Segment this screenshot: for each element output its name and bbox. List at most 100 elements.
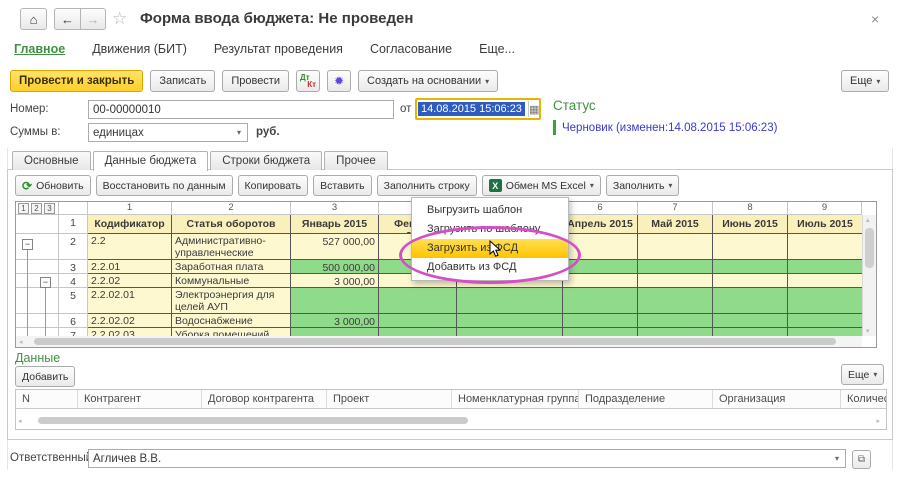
forward-button[interactable]: → (80, 8, 106, 30)
cell-jan[interactable]: 500 000,00 (291, 260, 379, 274)
scroll-up-icon[interactable]: ▴ (866, 216, 870, 224)
cell-item[interactable]: Административно-управленческие расходы (172, 234, 291, 260)
cell-code[interactable]: 2.2 (88, 234, 172, 260)
nav-item-more[interactable]: Еще... (479, 42, 515, 56)
home-button[interactable]: ⌂ (20, 8, 47, 30)
calendar-icon[interactable]: ▦ (528, 101, 539, 117)
header-month[interactable]: Июль 2015 (788, 215, 862, 234)
column-number[interactable]: 8 (713, 202, 788, 215)
cell-code[interactable]: 2.2.02.03 (88, 328, 172, 336)
more-button-data[interactable]: Еще▾ (841, 364, 884, 385)
cell-code[interactable]: 2.2.02 (88, 274, 172, 288)
column-header[interactable]: Договор контрагента (202, 390, 327, 408)
refresh-button[interactable]: ⟳Обновить (15, 175, 91, 196)
table-row[interactable]: 7 2.2.02.03 Уборка помещений (16, 328, 862, 336)
table-row[interactable]: 6 2.2.02.02 Водоснабжение 3 000,00 (16, 314, 862, 328)
fill-row-button[interactable]: Заполнить строку (377, 175, 477, 196)
add-button[interactable]: Добавить (15, 366, 75, 387)
post-and-close-button[interactable]: Провести и закрыть (10, 70, 143, 92)
nav-item-approval[interactable]: Согласование (370, 42, 452, 56)
save-button[interactable]: Записать (150, 70, 215, 92)
scroll-down-icon[interactable]: ▾ (866, 327, 870, 335)
menu-item-add-from-fsd[interactable]: Добавить из ФСД (412, 258, 568, 277)
row-number[interactable]: 1 (59, 215, 88, 234)
fill-button[interactable]: Заполнить▾ (606, 175, 680, 196)
more-button-top[interactable]: Еще▾ (841, 70, 889, 92)
lamp-button[interactable]: ✹ (327, 70, 351, 92)
column-number[interactable]: 6 (563, 202, 638, 215)
nav-item-main[interactable]: Главное (14, 42, 65, 56)
nav-item-movements[interactable]: Движения (БИТ) (92, 42, 187, 56)
nav-item-posting-result[interactable]: Результат проведения (214, 42, 343, 56)
sums-select[interactable]: единицах ▾ (88, 123, 248, 142)
date-value-selected[interactable]: 14.08.2015 15:06:23 (418, 102, 525, 116)
column-header[interactable]: N (16, 390, 78, 408)
horizontal-scrollbar-thumb[interactable] (34, 338, 836, 345)
copy-button[interactable]: Копировать (238, 175, 309, 196)
excel-exchange-button[interactable]: XОбмен MS Excel▾ (482, 175, 601, 196)
post-button[interactable]: Провести (222, 70, 289, 92)
cell-code[interactable]: 2.2.01 (88, 260, 172, 274)
table-row[interactable]: 5 2.2.02.01 Электроэнергия для целей АУП (16, 288, 862, 314)
column-number[interactable]: 3 (291, 202, 379, 215)
column-number[interactable]: 9 (788, 202, 862, 215)
date-field[interactable]: 14.08.2015 15:06:23 ▦ (415, 98, 541, 120)
cell-item[interactable]: Коммунальные расходы (172, 274, 291, 288)
cell-item[interactable]: Заработная плата АУП (172, 260, 291, 274)
cell-jan[interactable]: 3 000,00 (291, 274, 379, 288)
menu-item-load-by-template[interactable]: Загрузить по шаблону (412, 220, 568, 239)
tab-budget-data[interactable]: Данные бюджета (93, 151, 209, 171)
column-header[interactable]: Подразделение (579, 390, 713, 408)
header-month[interactable]: Январь 2015 (291, 215, 379, 234)
cell-code[interactable]: 2.2.02.01 (88, 288, 172, 314)
cell-jan[interactable]: 3 000,00 (291, 314, 379, 328)
column-header[interactable]: Контрагент (78, 390, 202, 408)
group-level-3-button[interactable]: 3 (44, 203, 55, 214)
back-button[interactable]: ← (54, 8, 80, 30)
scroll-left-icon[interactable]: ◂ (19, 338, 23, 346)
column-number[interactable]: 2 (172, 202, 291, 215)
column-header[interactable]: Номенклатурная группа (452, 390, 579, 408)
column-number[interactable]: 1 (88, 202, 172, 215)
tab-main[interactable]: Основные (12, 151, 91, 170)
data-scrollbar-thumb[interactable] (38, 417, 468, 424)
cell-item[interactable]: Водоснабжение (172, 314, 291, 328)
dtkt-button[interactable]: ДтКт (296, 70, 320, 92)
favorite-star-icon[interactable]: ☆ (112, 9, 127, 29)
open-responsible-button[interactable]: ⧉ (852, 449, 871, 469)
cell-item[interactable]: Уборка помещений (172, 328, 291, 336)
header-codifier[interactable]: Кодификатор (88, 215, 172, 234)
responsible-select[interactable]: Агличев В.В. ▾ (88, 449, 846, 468)
horizontal-scrollbar[interactable]: ◂ (16, 336, 862, 347)
vertical-scrollbar-thumb[interactable] (865, 228, 874, 268)
header-month[interactable]: Май 2015 (638, 215, 713, 234)
column-header[interactable]: Проект (327, 390, 452, 408)
tab-budget-lines[interactable]: Строки бюджета (210, 151, 322, 170)
vertical-scrollbar[interactable]: ▴ ▾ (862, 215, 876, 336)
column-header[interactable]: Организация (713, 390, 841, 408)
column-number[interactable]: 7 (638, 202, 713, 215)
menu-item-unload-template[interactable]: Выгрузить шаблон (412, 201, 568, 220)
create-based-on-button[interactable]: Создать на основании▾ (358, 70, 498, 92)
scroll-left-icon[interactable]: ◂ (18, 417, 22, 425)
cell-item[interactable]: Электроэнергия для целей АУП (172, 288, 291, 314)
scroll-right-icon[interactable]: ▸ (876, 417, 880, 425)
group-level-1-button[interactable]: 1 (18, 203, 29, 214)
paste-button[interactable]: Вставить (313, 175, 372, 196)
number-input[interactable] (88, 100, 394, 119)
close-icon[interactable]: × (871, 11, 879, 27)
group-level-2-button[interactable]: 2 (31, 203, 42, 214)
header-month[interactable]: Июнь 2015 (713, 215, 788, 234)
cell-jan[interactable] (291, 288, 379, 314)
menu-item-load-from-fsd[interactable]: Загрузить из ФСД (412, 239, 568, 258)
cell-jan[interactable] (291, 328, 379, 336)
header-turnover-item[interactable]: Статья оборотов (172, 215, 291, 234)
header-month[interactable]: Апрель 2015 (563, 215, 638, 234)
data-horizontal-scrollbar[interactable]: ◂ (18, 416, 856, 425)
command-bar: Провести и закрыть Записать Провести ДтК… (10, 70, 498, 92)
cell-code[interactable]: 2.2.02.02 (88, 314, 172, 328)
cell-jan[interactable]: 527 000,00 (291, 234, 379, 260)
tab-other[interactable]: Прочее (324, 151, 388, 170)
column-header[interactable]: Количество (841, 390, 886, 408)
restore-by-data-button[interactable]: Восстановить по данным (96, 175, 233, 196)
